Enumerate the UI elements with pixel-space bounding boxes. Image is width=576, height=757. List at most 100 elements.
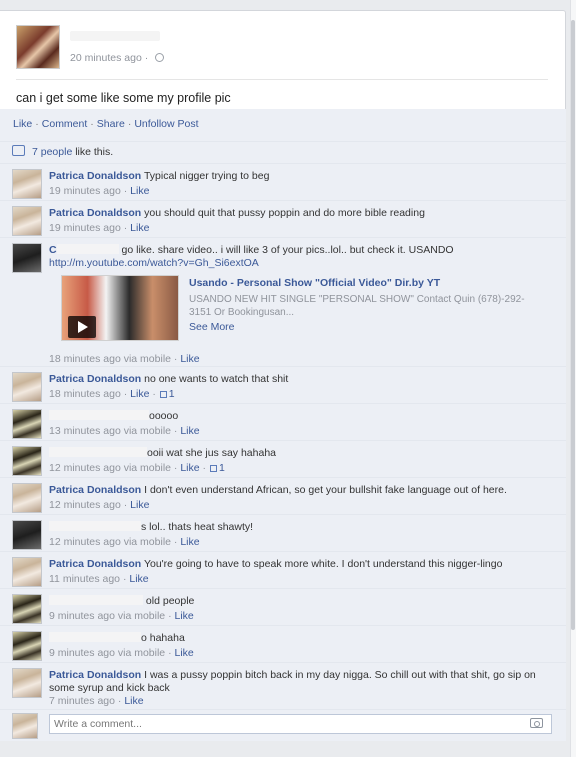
author-name-redacted — [70, 31, 160, 41]
likes-summary: 7 people like this. — [32, 146, 114, 158]
comment-text: go like. share video.. i will like 3 of … — [121, 244, 454, 256]
comment-input-placeholder: Write a comment... — [54, 718, 142, 730]
comment-item: Patrica Donaldson Typical nigger trying … — [0, 163, 566, 200]
commenter-avatar[interactable] — [12, 483, 42, 513]
comment-text: o hahaha — [141, 632, 185, 644]
see-more-link[interactable]: See More — [189, 321, 235, 333]
comment-text: old people — [145, 595, 195, 607]
comment-time[interactable]: 18 minutes ago — [49, 388, 121, 400]
comment-like-link[interactable]: Like — [180, 536, 199, 548]
comment-item: Patrica Donaldson I was a pussy poppin b… — [0, 662, 566, 709]
commenter-avatar[interactable] — [12, 372, 42, 402]
comment-time[interactable]: 13 minutes ago via mobile — [49, 425, 171, 437]
commenter-name[interactable]: Patrica Donaldson — [49, 170, 141, 182]
comment-item: old people 9 minutes ago via mobile · Li… — [0, 588, 566, 625]
post-timestamp[interactable]: 20 minutes ago · — [70, 52, 165, 64]
author-avatar[interactable] — [16, 25, 60, 69]
redacted-name — [49, 632, 141, 642]
video-thumbnail[interactable] — [61, 275, 179, 341]
commenter-avatar[interactable] — [12, 243, 42, 273]
comment-text: s lol.. thats heat shawty! — [141, 521, 254, 533]
comment-time[interactable]: 18 minutes ago via mobile — [49, 353, 171, 365]
comment-time[interactable]: 12 minutes ago — [49, 499, 121, 511]
thumbs-up-icon — [12, 145, 25, 156]
commenter-avatar[interactable] — [12, 668, 42, 698]
comment-url-link[interactable]: http://m.youtube.com/watch?v=Gh_Si6extOA — [49, 257, 259, 269]
comment-like-link[interactable]: Like — [129, 573, 148, 585]
comment-item: ooooo 13 minutes ago via mobile · Like — [0, 403, 566, 440]
comment-text: no one wants to watch that shit — [144, 373, 289, 385]
comment-text: Typical nigger trying to beg — [143, 170, 270, 182]
comment-like-count[interactable]: 1 — [169, 388, 175, 400]
comment-like-link[interactable]: Like — [124, 695, 143, 707]
comment-like-count[interactable]: 1 — [219, 462, 225, 474]
comment-time[interactable]: 19 minutes ago — [49, 222, 121, 234]
comment-item: Patrica Donaldson I don't even understan… — [0, 477, 566, 514]
post-actions: Like · Comment · Share · Unfollow Post — [13, 118, 199, 130]
comment-link[interactable]: Comment — [42, 118, 88, 130]
commenter-avatar[interactable] — [12, 557, 42, 587]
commenter-name[interactable]: Patrica Donaldson — [49, 373, 141, 385]
commenter-avatar[interactable] — [12, 520, 42, 550]
comment-like-link[interactable]: Like — [180, 462, 199, 474]
comment-like-link[interactable]: Like — [175, 647, 194, 659]
comment-item: Patrica Donaldson no one wants to watch … — [0, 366, 566, 403]
video-description: USANDO NEW HIT SINGLE "PERSONAL SHOW" Co… — [189, 294, 525, 318]
redacted-name — [56, 244, 119, 254]
video-title[interactable]: Usando - Personal Show "Official Video" … — [189, 277, 440, 289]
comment-time[interactable]: 9 minutes ago via mobile — [49, 647, 165, 659]
play-icon[interactable] — [68, 316, 96, 338]
redacted-name — [49, 447, 147, 457]
like-link[interactable]: Like — [13, 118, 32, 130]
likers-link[interactable]: 7 people — [32, 146, 72, 158]
commenter-name[interactable]: C — [49, 244, 57, 256]
commenter-name[interactable]: Patrica Donaldson — [49, 558, 141, 570]
commenter-avatar[interactable] — [12, 446, 42, 476]
post-text: can i get some like some my profile pic — [16, 91, 231, 105]
camera-icon[interactable] — [530, 718, 543, 728]
comment-time[interactable]: 9 minutes ago via mobile — [49, 610, 165, 622]
unfollow-post-link[interactable]: Unfollow Post — [134, 118, 198, 130]
post-header: 20 minutes ago · — [16, 25, 546, 71]
scrollbar-thumb[interactable] — [571, 20, 575, 630]
comment-item: o hahaha 9 minutes ago via mobile · Like — [0, 625, 566, 662]
thumbs-up-icon — [159, 391, 167, 398]
thumbs-up-icon — [209, 465, 217, 472]
comment-like-link[interactable]: Like — [180, 353, 199, 365]
commenter-name[interactable]: Patrica Donaldson — [49, 484, 141, 496]
commenter-avatar[interactable] — [12, 631, 42, 661]
comment-like-link[interactable]: Like — [130, 388, 149, 400]
commenter-name[interactable]: Patrica Donaldson — [49, 207, 141, 219]
redacted-name — [49, 521, 141, 531]
comment-text: you should quit that pussy poppin and do… — [144, 207, 425, 219]
comment-time[interactable]: 19 minutes ago — [49, 185, 121, 197]
comment-like-link[interactable]: Like — [175, 610, 194, 622]
comment-time[interactable]: 11 minutes ago — [49, 573, 120, 585]
comment-text: I don't even understand African, so get … — [144, 484, 507, 496]
comment-like-link[interactable]: Like — [130, 185, 149, 197]
comment-text: You're going to have to speak more white… — [143, 558, 503, 570]
commenter-avatar[interactable] — [12, 594, 42, 624]
comment-item: s lol.. thats heat shawty! 12 minutes ag… — [0, 514, 566, 551]
redacted-name — [49, 410, 149, 420]
comment-item: Patrica Donaldson You're going to have t… — [0, 551, 566, 588]
commenter-avatar[interactable] — [12, 409, 42, 439]
divider — [16, 79, 548, 80]
comment-time[interactable]: 7 minutes ago — [49, 695, 115, 707]
share-link[interactable]: Share — [97, 118, 125, 130]
commenter-avatar[interactable] — [12, 206, 42, 236]
commenter-avatar[interactable] — [12, 169, 42, 199]
post-card: 20 minutes ago · can i get some like som… — [0, 10, 566, 741]
comment-time[interactable]: 12 minutes ago via mobile — [49, 536, 171, 548]
shared-video-attachment[interactable]: Usando - Personal Show "Official Video" … — [61, 275, 536, 343]
comment-time[interactable]: 12 minutes ago via mobile — [49, 462, 171, 474]
current-user-avatar[interactable] — [12, 713, 38, 739]
comment-like-link[interactable]: Like — [130, 499, 149, 511]
comment-like-link[interactable]: Like — [180, 425, 199, 437]
redacted-name — [49, 595, 143, 605]
friends-icon[interactable] — [155, 53, 165, 62]
comment-text: ooooo — [149, 410, 179, 422]
comment-like-link[interactable]: Like — [130, 222, 149, 234]
comment-item: Patrica Donaldson you should quit that p… — [0, 200, 566, 237]
commenter-name[interactable]: Patrica Donaldson — [49, 669, 141, 681]
